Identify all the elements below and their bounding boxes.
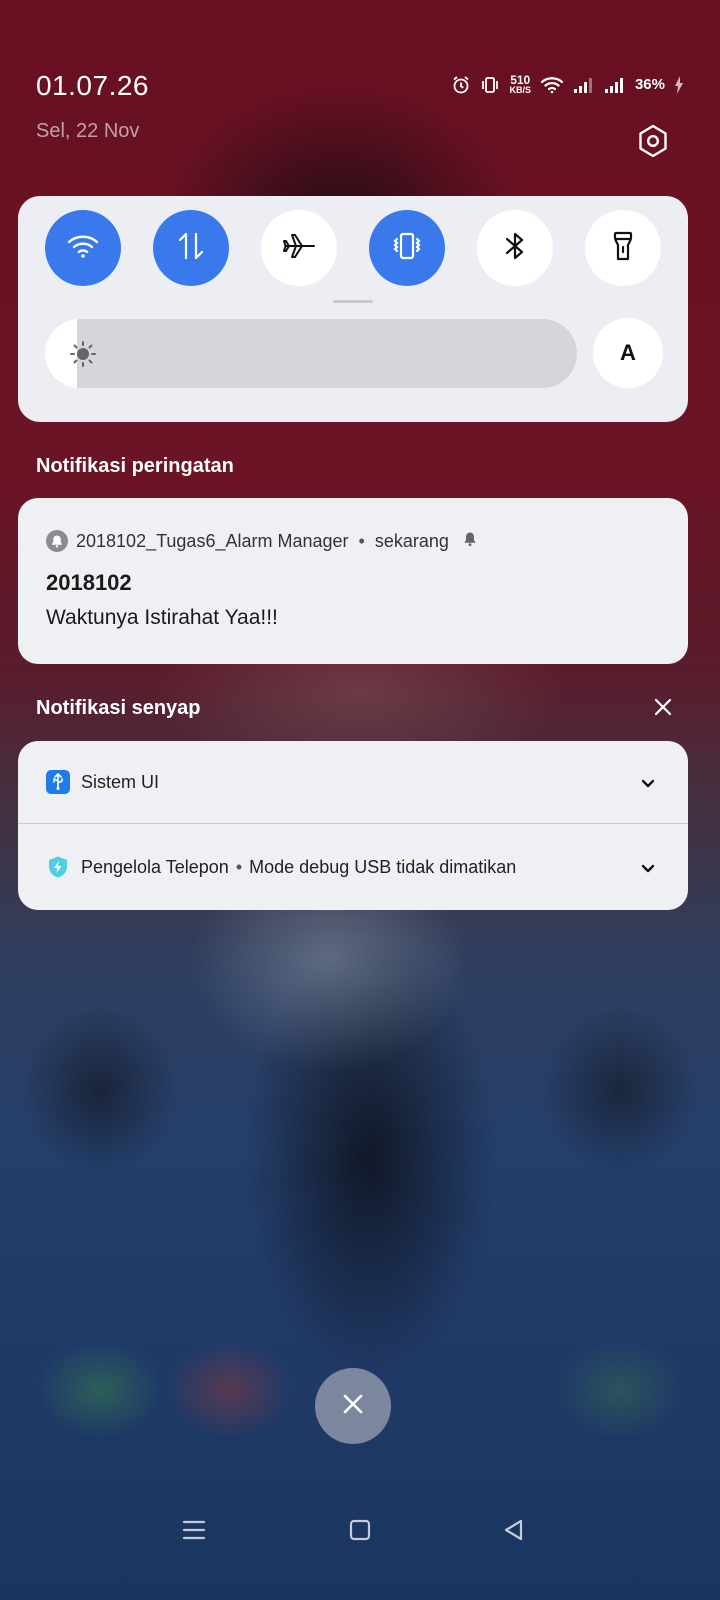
notification-app-name: 2018102_Tugas6_Alarm Manager — [76, 530, 349, 551]
silent-notifications-card: Sistem UI Pengelola Telepon • Mode debug… — [18, 741, 688, 910]
airplane-icon — [282, 231, 316, 266]
app-bell-icon — [46, 530, 68, 552]
mobile-data-tile[interactable] — [153, 210, 229, 286]
expand-chevron-icon[interactable] — [638, 773, 658, 798]
wifi-icon — [540, 75, 564, 95]
quick-settings-panel: A — [18, 196, 688, 422]
status-icons: 510 KB/S 36% — [451, 74, 684, 95]
vibrate-icon — [390, 229, 424, 268]
date: Sel, 22 Nov — [36, 120, 140, 142]
separator: • — [235, 857, 243, 877]
notification-time: sekarang — [374, 530, 449, 551]
alerting-bell-icon — [463, 531, 477, 552]
vibrate-tile[interactable] — [369, 210, 445, 286]
signal-icon — [604, 76, 626, 94]
navigation-bar — [0, 1500, 720, 1564]
recent-apps-button[interactable] — [178, 1516, 210, 1548]
close-icon — [653, 697, 673, 722]
clear-all-button[interactable] — [315, 1368, 391, 1444]
wifi-icon — [66, 232, 100, 265]
silent-notification-pengelola-telepon[interactable]: Pengelola Telepon • Mode debug USB tidak… — [18, 826, 688, 910]
silent-notification-sistem-ui[interactable]: Sistem UI — [18, 741, 688, 825]
bluetooth-icon — [502, 230, 528, 267]
charging-icon — [674, 75, 684, 95]
back-icon — [502, 1518, 526, 1547]
shield-bolt-icon — [46, 855, 70, 879]
network-speed: 510 KB/S — [509, 73, 531, 95]
wifi-tile[interactable] — [45, 210, 121, 286]
silent-notification-text: Mode debug USB tidak dimatikan — [249, 857, 517, 877]
flashlight-tile[interactable] — [585, 210, 661, 286]
silent-notification-header: Pengelola Telepon • Mode debug USB tidak… — [81, 857, 516, 878]
airplane-mode-tile[interactable] — [261, 210, 337, 286]
dismiss-silent-button[interactable] — [650, 696, 676, 722]
silent-section-title: Notifikasi senyap — [36, 697, 201, 719]
alert-section-title: Notifikasi peringatan — [36, 455, 234, 477]
battery-level: 36% — [634, 76, 665, 93]
vibrate-icon — [480, 75, 500, 95]
silent-app-name: Sistem UI — [81, 772, 160, 792]
expand-chevron-icon[interactable] — [638, 858, 658, 883]
settings-icon — [637, 124, 669, 163]
menu-icon — [181, 1518, 207, 1547]
silent-app-name: Pengelola Telepon — [81, 857, 229, 877]
usb-icon — [46, 770, 70, 794]
auto-brightness-button[interactable]: A — [593, 318, 663, 388]
signal-icon — [573, 76, 595, 94]
home-button[interactable] — [344, 1516, 376, 1548]
back-button[interactable] — [498, 1516, 530, 1548]
alarm-icon — [451, 75, 471, 95]
separator: • — [358, 530, 365, 551]
notification-title: 2018102 — [46, 570, 132, 595]
flashlight-icon — [611, 230, 635, 267]
close-icon — [341, 1392, 365, 1421]
data-transfer-icon — [176, 230, 206, 267]
alarm-notification-card[interactable]: 2018102_Tugas6_Alarm Manager • sekarang … — [18, 498, 688, 664]
home-icon — [348, 1518, 372, 1547]
notification-header: 2018102_Tugas6_Alarm Manager • sekarang — [46, 530, 477, 552]
divider — [18, 823, 688, 824]
brightness-slider[interactable] — [45, 319, 577, 388]
panel-drag-handle[interactable] — [333, 300, 373, 303]
settings-button[interactable] — [632, 122, 674, 164]
brightness-icon — [69, 340, 97, 373]
notification-text: Waktunya Istirahat Yaa!!! — [46, 606, 278, 629]
clock: 01.07.26 — [36, 70, 149, 101]
bluetooth-tile[interactable] — [477, 210, 553, 286]
